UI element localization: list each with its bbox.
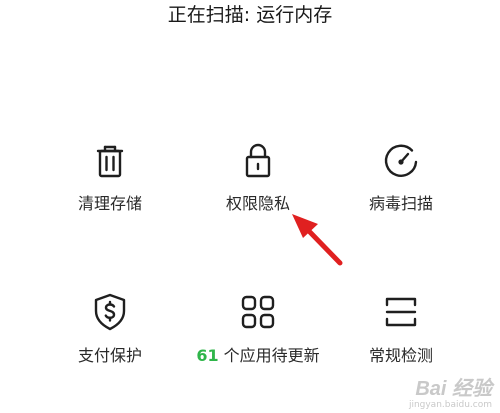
watermark-main: Bai 经验 xyxy=(415,378,492,400)
payment-protection-button[interactable]: 支付保护 xyxy=(27,290,193,400)
routine-check-label: 常规检测 xyxy=(368,346,433,365)
watermark-sub: jingyan.baidu.com xyxy=(408,400,492,410)
watermark: Bai 经验 jingyan.baidu.com xyxy=(409,378,492,411)
clean-storage-label: 清理存储 xyxy=(77,194,142,213)
update-count: 61 xyxy=(196,346,219,365)
dollar-shield-icon xyxy=(88,290,132,334)
virus-scan-label: 病毒扫描 xyxy=(368,194,433,213)
trash-icon xyxy=(88,140,132,184)
scan-gauge-icon xyxy=(379,140,423,184)
permission-privacy-button[interactable]: 权限隐私 xyxy=(175,140,341,250)
app-updates-button[interactable]: 61 个应用待更新 xyxy=(175,290,341,400)
payment-protection-label: 支付保护 xyxy=(77,346,142,365)
apps-grid-icon xyxy=(236,290,280,334)
permission-privacy-label: 权限隐私 xyxy=(225,194,290,213)
scan-status-text: 正在扫描: 运行内存 xyxy=(167,4,333,26)
clean-storage-button[interactable]: 清理存储 xyxy=(27,140,193,250)
bracket-scan-icon xyxy=(379,290,423,334)
lock-icon xyxy=(236,140,280,184)
app-updates-label: 61 个应用待更新 xyxy=(175,345,341,367)
update-suffix: 个应用待更新 xyxy=(218,346,320,365)
virus-scan-button[interactable]: 病毒扫描 xyxy=(318,140,484,250)
